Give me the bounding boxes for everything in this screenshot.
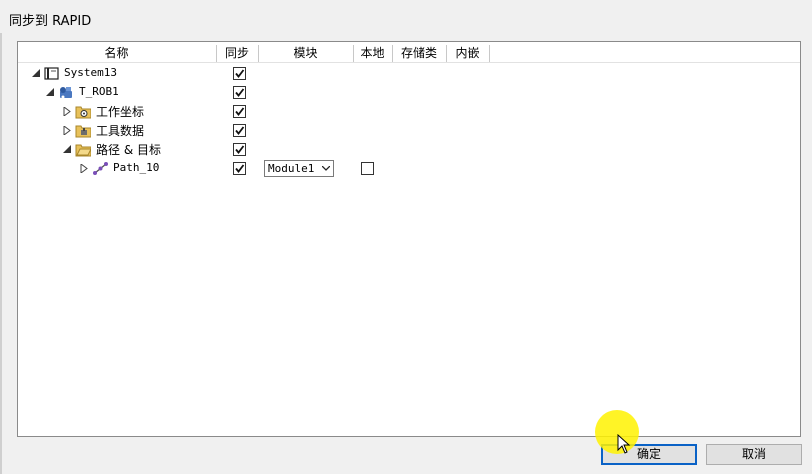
local-checkbox[interactable] (361, 162, 374, 175)
tree-row-tooldata[interactable]: 工具数据 (18, 121, 800, 140)
window-left-edge (0, 33, 2, 474)
sync-checkbox[interactable] (233, 162, 246, 175)
tree-label: Path_10 (113, 161, 160, 174)
tree-row-system[interactable]: System13 (18, 64, 800, 83)
sync-checkbox[interactable] (233, 124, 246, 137)
robot-task-icon (60, 87, 72, 99)
cancel-button[interactable]: 取消 (706, 444, 802, 465)
column-header-name[interactable]: 名称 (18, 45, 215, 62)
collapse-triangle-icon[interactable] (46, 88, 55, 97)
chevron-down-icon (322, 166, 330, 171)
column-header-module[interactable]: 模块 (259, 45, 352, 62)
path-icon (93, 162, 108, 175)
column-separator[interactable] (489, 45, 490, 62)
tooldata-folder-icon (75, 125, 91, 138)
header-divider (18, 62, 800, 63)
system-book-icon (44, 67, 59, 80)
column-header-local[interactable]: 本地 (354, 45, 391, 62)
tree-label: T_ROB1 (79, 85, 119, 98)
collapse-triangle-icon[interactable] (63, 145, 72, 154)
column-header-inline[interactable]: 内嵌 (447, 45, 488, 62)
tree-row-path[interactable]: Path_10 Module1 (18, 159, 800, 178)
tree-row-task[interactable]: T_ROB1 (18, 83, 800, 102)
sync-checkbox[interactable] (233, 143, 246, 156)
tree-label: System13 (64, 66, 117, 79)
tree-label: 路径 & 目标 (96, 143, 161, 157)
sync-checkbox[interactable] (233, 67, 246, 80)
expand-triangle-icon[interactable] (63, 107, 72, 116)
module-select[interactable]: Module1 (264, 160, 334, 177)
collapse-triangle-icon[interactable] (32, 69, 41, 78)
mouse-cursor-icon (617, 434, 631, 454)
sync-grid[interactable]: 名称 同步 模块 本地 存储类 内嵌 System13 T_ROB1 工作坐标 … (17, 41, 801, 437)
paths-targets-folder-icon (75, 144, 91, 157)
workobject-folder-icon (75, 106, 91, 119)
dialog-title: 同步到 RAPID (9, 14, 92, 29)
column-header-storage-class[interactable]: 存储类 (393, 45, 445, 62)
tree-label: 工具数据 (96, 124, 145, 138)
module-select-value: Module1 (268, 162, 315, 175)
sync-checkbox[interactable] (233, 105, 246, 118)
expand-triangle-icon[interactable] (80, 164, 89, 173)
tree-label: 工作坐标 (96, 105, 145, 119)
tree-row-workobjects[interactable]: 工作坐标 (18, 102, 800, 121)
tree-row-paths-targets[interactable]: 路径 & 目标 (18, 140, 800, 159)
expand-triangle-icon[interactable] (63, 126, 72, 135)
column-header-sync[interactable]: 同步 (217, 45, 257, 62)
sync-checkbox[interactable] (233, 86, 246, 99)
